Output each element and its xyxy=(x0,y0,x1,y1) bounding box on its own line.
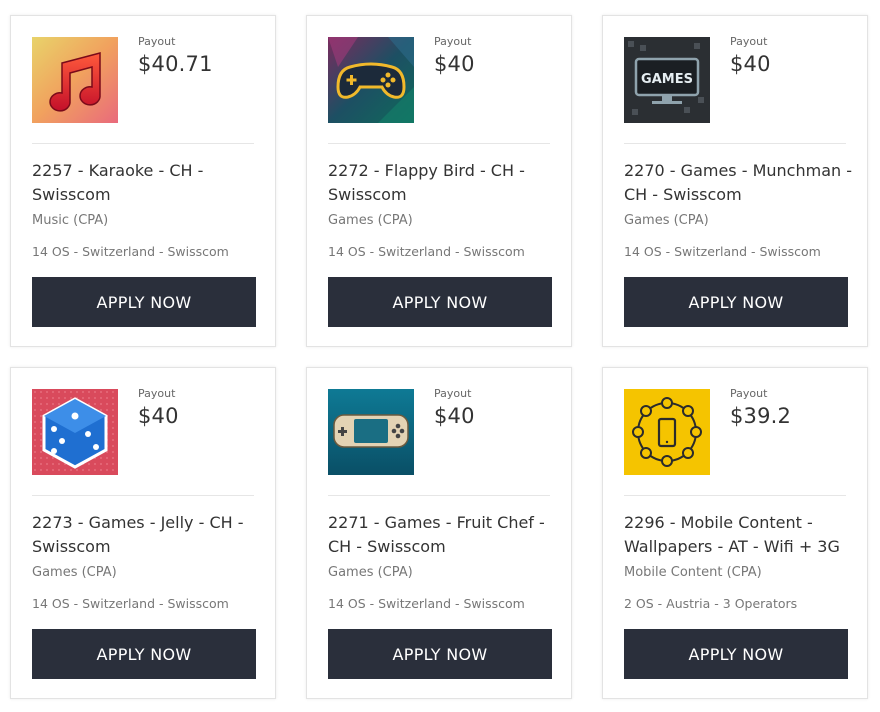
offer-title: 2273 - Games - Jelly - CH - Swisscom xyxy=(32,513,244,556)
offer-meta: 14 OS - Switzerland - Swisscom xyxy=(328,596,525,611)
offer-meta: 14 OS - Switzerland - Swisscom xyxy=(32,596,229,611)
offer-card: Payout $39.2 2296 - Mobile Content - Wal… xyxy=(602,367,868,699)
offer-card: Payout $40 2271 - Games - Fruit Chef - C… xyxy=(306,367,572,699)
offer-title: 2270 - Games - Munchman - CH - Swisscom xyxy=(624,161,852,204)
offer-title: 2296 - Mobile Content - Wallpapers - AT … xyxy=(624,513,840,556)
offer-category: Mobile Content (CPA) xyxy=(624,565,762,580)
apply-now-button[interactable]: APPLY NOW xyxy=(624,277,848,327)
payout-value: $40.71 xyxy=(138,52,213,76)
payout-label: Payout xyxy=(138,35,176,48)
offer-meta: 14 OS - Switzerland - Swisscom xyxy=(328,244,525,259)
offer-card: Payout $40 2272 - Flappy Bird - CH - Swi… xyxy=(306,15,572,347)
offer-meta: 14 OS - Switzerland - Swisscom xyxy=(32,244,229,259)
offer-title: 2272 - Flappy Bird - CH - Swisscom xyxy=(328,161,525,204)
offer-title: 2271 - Games - Fruit Chef - CH - Swissco… xyxy=(328,513,545,556)
apply-now-button[interactable]: APPLY NOW xyxy=(624,629,848,679)
gamepad-icon xyxy=(328,37,414,123)
payout-value: $40 xyxy=(138,404,179,428)
dice-icon xyxy=(32,389,118,475)
payout-label: Payout xyxy=(730,387,768,400)
offer-grid: Payout $40.71 2257 - Karaoke - CH - Swis… xyxy=(0,0,880,712)
offer-card: Payout $40.71 2257 - Karaoke - CH - Swis… xyxy=(10,15,276,347)
apply-now-button[interactable]: APPLY NOW xyxy=(328,277,552,327)
offer-meta: 2 OS - Austria - 3 Operators xyxy=(624,596,798,611)
payout-label: Payout xyxy=(730,35,768,48)
divider xyxy=(32,143,254,144)
divider xyxy=(624,143,846,144)
offer-card: GAMES Payout $40 2270 - Games - Munchman… xyxy=(602,15,868,347)
payout-value: $40 xyxy=(730,52,771,76)
apply-now-button[interactable]: APPLY NOW xyxy=(32,629,256,679)
music-note-icon xyxy=(32,37,118,123)
payout-value: $39.2 xyxy=(730,404,792,428)
offer-category: Games (CPA) xyxy=(624,213,709,228)
payout-label: Payout xyxy=(138,387,176,400)
payout-value: $40 xyxy=(434,52,475,76)
handheld-console-icon xyxy=(328,389,414,475)
divider xyxy=(328,495,550,496)
svg-text:GAMES: GAMES xyxy=(641,72,693,87)
apply-now-button[interactable]: APPLY NOW xyxy=(328,629,552,679)
offer-category: Games (CPA) xyxy=(328,565,413,580)
offer-card: Payout $40 2273 - Games - Jelly - CH - S… xyxy=(10,367,276,699)
offer-category: Games (CPA) xyxy=(328,213,413,228)
divider xyxy=(624,495,846,496)
games-monitor-icon: GAMES xyxy=(624,37,710,123)
payout-value: $40 xyxy=(434,404,475,428)
apply-now-button[interactable]: APPLY NOW xyxy=(32,277,256,327)
divider xyxy=(328,143,550,144)
mobile-apps-icon xyxy=(624,389,710,475)
offer-meta: 14 OS - Switzerland - Swisscom xyxy=(624,244,821,259)
offer-category: Games (CPA) xyxy=(32,565,117,580)
offer-title: 2257 - Karaoke - CH - Swisscom xyxy=(32,161,204,204)
payout-label: Payout xyxy=(434,387,472,400)
divider xyxy=(32,495,254,496)
payout-label: Payout xyxy=(434,35,472,48)
offer-category: Music (CPA) xyxy=(32,213,109,228)
